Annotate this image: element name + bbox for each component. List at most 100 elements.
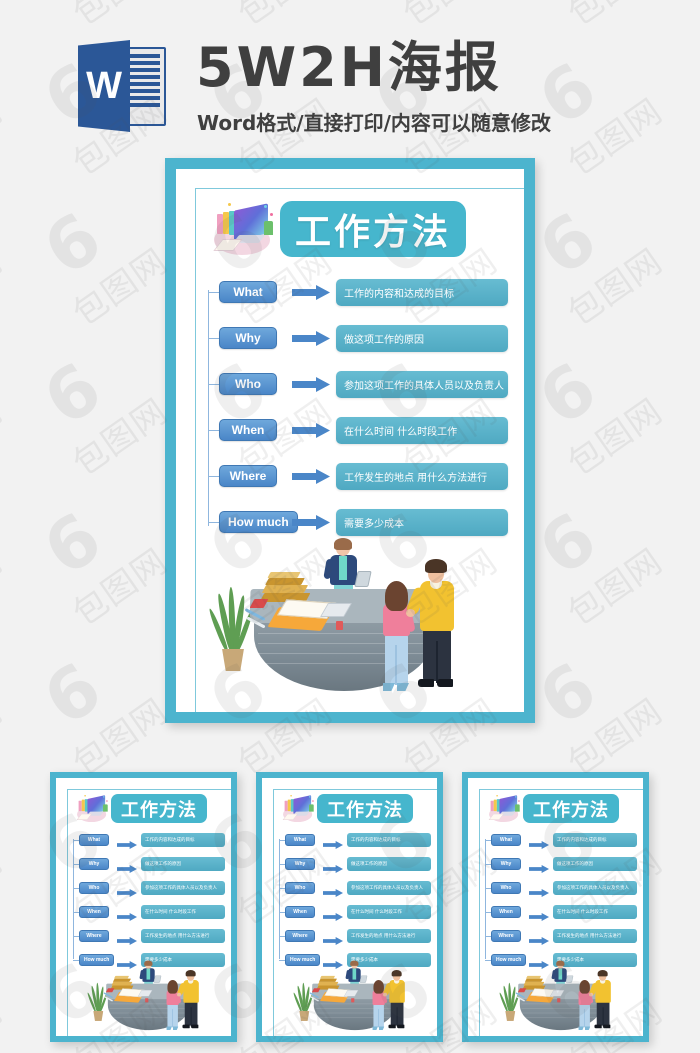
- watermark-text: 包图网: [65, 391, 175, 485]
- poster-title-row: 工作方法: [212, 201, 492, 261]
- watermark-logo-icon: 6: [689, 496, 700, 592]
- desk-computer-books-icon: [76, 795, 108, 823]
- key-badge-where[interactable]: Where: [219, 465, 277, 487]
- thumb-key-when: When: [285, 906, 315, 918]
- desc-box-where[interactable]: 工作发生的地点 用什么方法进行: [336, 463, 508, 490]
- watermark-tile: 6包图网: [0, 451, 59, 660]
- reception-desk-people-illustration: [498, 960, 611, 1031]
- watermark-logo-icon: 6: [524, 196, 612, 292]
- thumb-title-row: 工作方法: [76, 794, 220, 824]
- desk-computer-books-icon: [488, 795, 520, 823]
- desc-box-what[interactable]: 工作的内容和达成的目标: [336, 279, 508, 306]
- desc-box-how-much[interactable]: 需要多少成本: [336, 509, 508, 536]
- thumb-key-when: When: [79, 906, 109, 918]
- arrow-right-icon: [292, 515, 330, 530]
- connector-tick: [208, 476, 219, 477]
- key-badge-why[interactable]: Why: [219, 327, 277, 349]
- key-badge-what[interactable]: What: [219, 281, 277, 303]
- watermark-logo-icon: 6: [29, 646, 117, 742]
- reception-desk-people-illustration: [292, 960, 405, 1031]
- watermark-logo-icon: 6: [689, 346, 700, 442]
- word-document-icon: W: [78, 40, 166, 132]
- thumb-desc-what: 工作的内容和达成的目标: [553, 833, 637, 847]
- arrow-right-icon: [117, 932, 137, 945]
- poster-thumbnail-1[interactable]: 工作方法 What 工作的内容和达成的目标 Why 做这项工作的原因 Who 参加这项…: [50, 772, 237, 1042]
- arrow-right-icon: [323, 860, 343, 873]
- thumb-desc-when: 在什么时间 什么时段工作: [553, 905, 637, 919]
- key-badge-who[interactable]: Who: [219, 373, 277, 395]
- desc-text: 做这项工作的原因: [344, 335, 424, 346]
- watermark-text: 包图网: [0, 391, 10, 485]
- key-badge-how-much[interactable]: How much: [219, 511, 298, 533]
- row-when[interactable]: When 在什么时间 什么时段工作: [208, 417, 508, 444]
- desc-box-when[interactable]: 在什么时间 什么时段工作: [336, 417, 508, 444]
- thumb-row-who: Who 参加这项工作的具体人员以及负责人: [485, 881, 637, 897]
- watermark-text: 包图网: [0, 691, 10, 785]
- thumb-title-text: 工作方法: [327, 799, 403, 821]
- thumb-key-where: Where: [285, 930, 315, 942]
- thumb-row-who: Who 参加这项工作的具体人员以及负责人: [73, 881, 225, 897]
- watermark-text: 包图网: [0, 991, 10, 1053]
- thumb-title-row: 工作方法: [488, 794, 632, 824]
- poster-title-badge: 工作方法: [280, 201, 466, 257]
- connector-tick: [208, 338, 219, 339]
- thumb-inner-white: 工作方法 What 工作的内容和达成的目标 Why 做这项工作的原因 Who 参加这项…: [262, 778, 437, 1036]
- arrow-right-icon: [292, 285, 330, 300]
- watermark-text: 包图网: [0, 241, 10, 335]
- watermark-tile: 6包图网: [0, 151, 59, 360]
- thumb-key-who: Who: [491, 882, 521, 894]
- watermark-tile: 6包图网: [676, 151, 700, 360]
- thumb-rows: What 工作的内容和达成的目标 Why 做这项工作的原因 Who 参加这项工作的具体…: [73, 833, 225, 969]
- arrow-right-icon: [292, 469, 330, 484]
- thumb-key-why: Why: [285, 858, 315, 870]
- arrow-right-icon: [529, 836, 549, 849]
- desc-box-who[interactable]: 参加这项工作的具体人员以及负责人: [336, 371, 508, 398]
- thumb-desc-why: 做这项工作的原因: [347, 857, 431, 871]
- thumb-key-where: Where: [79, 930, 109, 942]
- thumb-key-when: When: [491, 906, 521, 918]
- watermark-text: 包图网: [65, 691, 175, 785]
- thumb-title-badge: 工作方法: [317, 794, 413, 823]
- thumb-key-why: Why: [79, 858, 109, 870]
- watermark-logo-icon: 6: [689, 196, 700, 292]
- key-badge-when[interactable]: When: [219, 419, 277, 441]
- row-what[interactable]: What 工作的内容和达成的目标: [208, 279, 508, 306]
- poster-thumbnail-2[interactable]: 工作方法 What 工作的内容和达成的目标 Why 做这项工作的原因 Who 参加这项…: [256, 772, 443, 1042]
- desc-text: 参加这项工作的具体人员以及负责人: [344, 381, 504, 392]
- thumb-row-why: Why 做这项工作的原因: [485, 857, 637, 873]
- watermark-logo-icon: 6: [689, 946, 700, 1042]
- desc-box-why[interactable]: 做这项工作的原因: [336, 325, 508, 352]
- tablet-icon: [354, 571, 372, 587]
- thumb-title-badge: 工作方法: [523, 794, 619, 823]
- thumb-row-who: Who 参加这项工作的具体人员以及负责人: [279, 881, 431, 897]
- thumb-row-why: Why 做这项工作的原因: [279, 857, 431, 873]
- row-why[interactable]: Why 做这项工作的原因: [208, 325, 508, 352]
- watermark-tile: 6包图网: [676, 301, 700, 510]
- thumb-key-who: Who: [285, 882, 315, 894]
- thumb-title-row: 工作方法: [282, 794, 426, 824]
- thumb-desc-when: 在什么时间 什么时段工作: [347, 905, 431, 919]
- poster-thumbnail-3[interactable]: 工作方法 What 工作的内容和达成的目标 Why 做这项工作的原因 Who 参加这项…: [462, 772, 649, 1042]
- thumb-key-what: What: [285, 834, 315, 846]
- arrow-right-icon: [292, 423, 330, 438]
- thumb-row-where: Where 工作发生的地点 用什么方法进行: [73, 929, 225, 945]
- watermark-tile: 6包图网: [511, 301, 700, 510]
- arrow-right-icon: [323, 884, 343, 897]
- row-who[interactable]: Who 参加这项工作的具体人员以及负责人: [208, 371, 508, 398]
- desc-text: 工作发生的地点 用什么方法进行: [344, 473, 488, 484]
- arrow-right-icon: [323, 932, 343, 945]
- pen-cup: [336, 621, 343, 630]
- thumb-key-who: Who: [79, 882, 109, 894]
- main-poster-preview[interactable]: 工作方法 What 工作的内容和达成的目标 Why 做这项工作的原因 Who 参…: [165, 158, 535, 723]
- arrow-right-icon: [292, 331, 330, 346]
- row-where[interactable]: Where 工作发生的地点 用什么方法进行: [208, 463, 508, 490]
- thumb-rows: What 工作的内容和达成的目标 Why 做这项工作的原因 Who 参加这项工作的具体…: [279, 833, 431, 969]
- watermark-tile: 6包图网: [676, 901, 700, 1053]
- row-how-much[interactable]: How much 需要多少成本: [208, 509, 508, 536]
- thumb-title-text: 工作方法: [533, 799, 609, 821]
- thumb-desc-why: 做这项工作的原因: [553, 857, 637, 871]
- arrow-right-icon: [529, 908, 549, 921]
- thumb-row-where: Where 工作发生的地点 用什么方法进行: [279, 929, 431, 945]
- watermark-tile: 6包图网: [511, 451, 700, 660]
- thumb-row-when: When 在什么时间 什么时段工作: [279, 905, 431, 921]
